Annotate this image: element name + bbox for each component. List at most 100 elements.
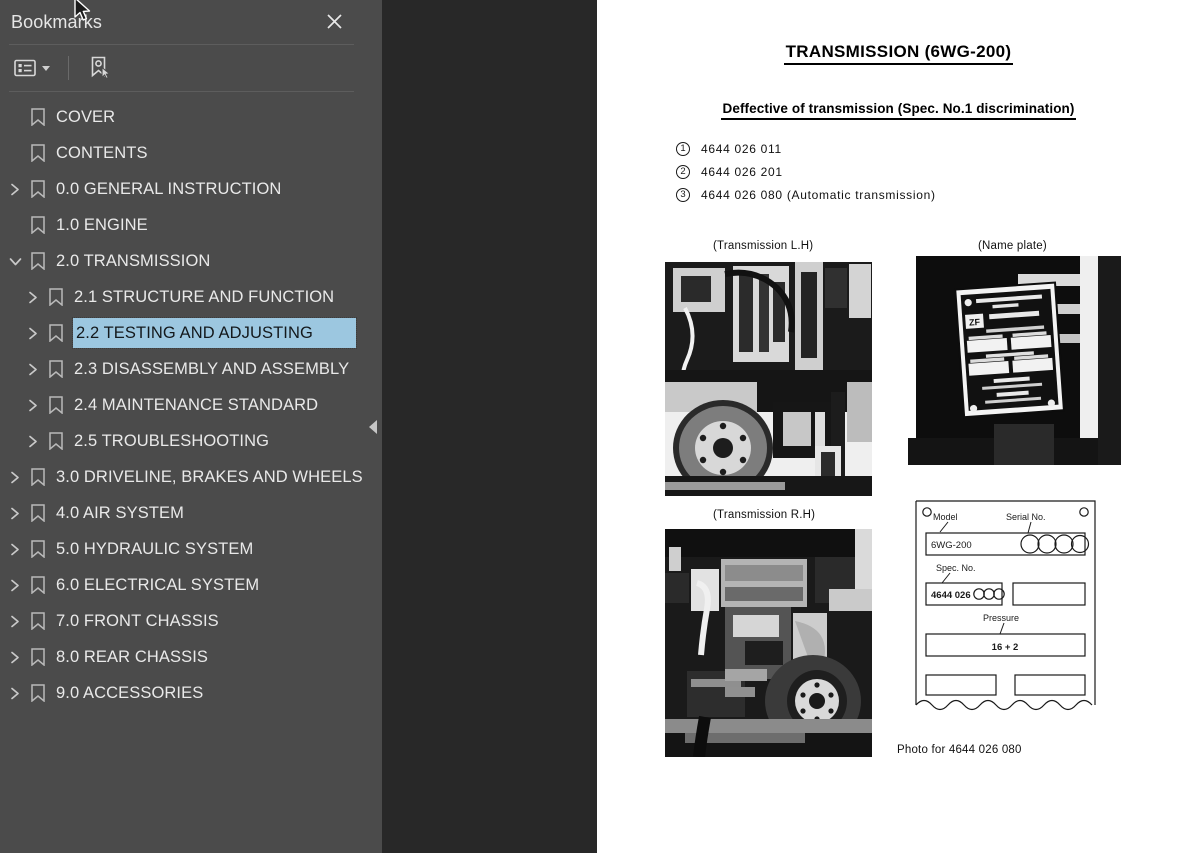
bookmark-item[interactable]: 5.0 HYDRAULIC SYSTEM (0, 531, 363, 567)
bookmark-item-label: 6.0 ELECTRICAL SYSTEM (56, 575, 260, 594)
bookmark-item[interactable]: 9.0 ACCESSORIES (0, 675, 363, 711)
plate-serial-label: Serial No. (1006, 512, 1046, 522)
photo-transmission-rh (665, 529, 872, 757)
bookmark-item[interactable]: 2.2 TESTING AND ADJUSTING (0, 315, 363, 351)
chevron-right-icon[interactable] (22, 351, 44, 387)
chevron-down-icon (42, 65, 50, 71)
spec-item-text: 4644 026 201 (701, 165, 783, 179)
new-bookmark-icon[interactable] (87, 53, 113, 83)
spec-item-number: 1 (676, 142, 690, 156)
bookmark-item-label: COVER (56, 107, 116, 126)
bookmark-item-label: 1.0 ENGINE (56, 215, 148, 234)
bookmark-item[interactable]: CONTENTS (0, 135, 363, 171)
chevron-right-icon[interactable] (4, 495, 26, 531)
bookmark-item[interactable]: 2.5 TROUBLESHOOTING (0, 423, 363, 459)
bookmark-item[interactable]: 6.0 ELECTRICAL SYSTEM (0, 567, 363, 603)
chevron-right-icon[interactable] (4, 603, 26, 639)
bookmark-item[interactable]: 1.0 ENGINE (0, 207, 363, 243)
bookmark-icon (45, 315, 67, 351)
bookmark-icon (27, 171, 49, 207)
bookmark-item-label: 4.0 AIR SYSTEM (56, 503, 184, 522)
bookmark-icon (45, 387, 67, 423)
bookmark-item[interactable]: 7.0 FRONT CHASSIS (0, 603, 363, 639)
bookmark-item[interactable]: 2.1 STRUCTURE AND FUNCTION (0, 279, 363, 315)
bookmark-item[interactable]: 0.0 GENERAL INSTRUCTION (0, 171, 363, 207)
plate-model-value: 6WG-200 (931, 540, 972, 551)
pdf-reader-window: Bookmarks COVER CONTENTS 0.0 GENERAL INS… (0, 0, 1200, 853)
list-options-icon[interactable] (12, 53, 52, 83)
bookmark-item-label: 2.3 DISASSEMBLY AND ASSEMBLY (74, 359, 350, 378)
close-icon[interactable] (319, 6, 349, 36)
bookmarks-panel-header: Bookmarks (0, 0, 363, 44)
bookmark-icon (27, 207, 49, 243)
chevron-down-icon[interactable] (4, 243, 26, 279)
spec-item: 1 4644 026 011 (676, 142, 936, 156)
bookmark-icon (27, 531, 49, 567)
bookmark-icon (27, 243, 49, 279)
bookmark-item-label: 9.0 ACCESSORIES (56, 683, 204, 702)
chevron-right-icon[interactable] (22, 423, 44, 459)
bookmarks-toolbar (0, 45, 363, 91)
bookmark-item[interactable]: 3.0 DRIVELINE, BRAKES AND WHEELS (0, 459, 363, 495)
document-subtitle: Deffective of transmission (Spec. No.1 d… (597, 100, 1200, 120)
plate-pressure-label: Pressure (983, 613, 1019, 623)
bookmark-icon (27, 603, 49, 639)
chevron-right-icon[interactable] (4, 531, 26, 567)
bookmark-item-label: 8.0 REAR CHASSIS (56, 647, 208, 666)
document-subtitle-text: Deffective of transmission (Spec. No.1 d… (720, 101, 1077, 120)
bookmark-icon (27, 639, 49, 675)
chevron-right-icon[interactable] (4, 675, 26, 711)
document-title-text: TRANSMISSION (6WG-200) (783, 42, 1014, 65)
plate-model-label: Model (933, 512, 958, 522)
twisty-placeholder (4, 135, 26, 171)
bookmark-item-label: 2.5 TROUBLESHOOTING (74, 431, 270, 450)
bookmark-icon (27, 567, 49, 603)
document-title: TRANSMISSION (6WG-200) (597, 42, 1200, 65)
bookmark-icon (45, 423, 67, 459)
bookmark-item[interactable]: 2.4 MAINTENANCE STANDARD (0, 387, 363, 423)
toolbar-divider (68, 56, 69, 80)
bookmark-icon (45, 279, 67, 315)
plate-pressure-value: 16 + 2 (992, 642, 1019, 653)
bookmark-item-label: 3.0 DRIVELINE, BRAKES AND WHEELS (56, 467, 363, 486)
bookmark-icon (27, 495, 49, 531)
bookmark-item-label: 7.0 FRONT CHASSIS (56, 611, 219, 630)
bookmark-item[interactable]: 8.0 REAR CHASSIS (0, 639, 363, 675)
spec-item-number: 3 (676, 188, 690, 202)
chevron-right-icon[interactable] (4, 567, 26, 603)
twisty-placeholder (4, 99, 26, 135)
spec-item: 3 4644 026 080 (Automatic transmission) (676, 188, 936, 202)
bookmarks-panel: Bookmarks COVER CONTENTS 0.0 GENERAL INS… (0, 0, 363, 853)
bookmark-item-label: 0.0 GENERAL INSTRUCTION (56, 179, 282, 198)
bookmark-icon (45, 351, 67, 387)
mouse-cursor (74, 0, 91, 21)
pdf-page: TRANSMISSION (6WG-200) Deffective of tra… (597, 0, 1200, 853)
sidebar-collapse-handle[interactable] (363, 0, 382, 853)
bookmark-item-label: 5.0 HYDRAULIC SYSTEM (56, 539, 254, 558)
bookmark-icon (27, 459, 49, 495)
bookmark-item-label: CONTENTS (56, 143, 148, 162)
bookmark-item[interactable]: COVER (0, 99, 363, 135)
bookmark-item[interactable]: 4.0 AIR SYSTEM (0, 495, 363, 531)
bookmark-item-label: 2.0 TRANSMISSION (56, 251, 211, 270)
chevron-right-icon[interactable] (22, 315, 44, 351)
photo-name-plate: ZF (908, 256, 1121, 465)
chevron-right-icon[interactable] (22, 387, 44, 423)
bookmark-item[interactable]: 2.0 TRANSMISSION (0, 243, 363, 279)
bookmark-item[interactable]: 2.3 DISASSEMBLY AND ASSEMBLY (0, 351, 363, 387)
bookmark-tree[interactable]: COVER CONTENTS 0.0 GENERAL INSTRUCTION 1.0 … (0, 92, 363, 853)
spec-item-text: 4644 026 080 (Automatic transmission) (701, 188, 936, 202)
bookmark-item-label: 2.4 MAINTENANCE STANDARD (74, 395, 319, 414)
spec-item-number: 2 (676, 165, 690, 179)
plate-spec-value: 4644 026 (931, 590, 971, 601)
chevron-right-icon[interactable] (4, 639, 26, 675)
chevron-right-icon[interactable] (22, 279, 44, 315)
spec-item-text: 4644 026 011 (701, 142, 782, 156)
caption-transmission-rh: (Transmission R.H) (713, 509, 816, 521)
photo-transmission-lh (665, 262, 872, 496)
collapse-left-icon (368, 419, 377, 434)
chevron-right-icon[interactable] (4, 171, 26, 207)
spec-item: 2 4644 026 201 (676, 165, 936, 179)
bookmark-item-label: 2.2 TESTING AND ADJUSTING (76, 323, 313, 342)
chevron-right-icon[interactable] (4, 459, 26, 495)
